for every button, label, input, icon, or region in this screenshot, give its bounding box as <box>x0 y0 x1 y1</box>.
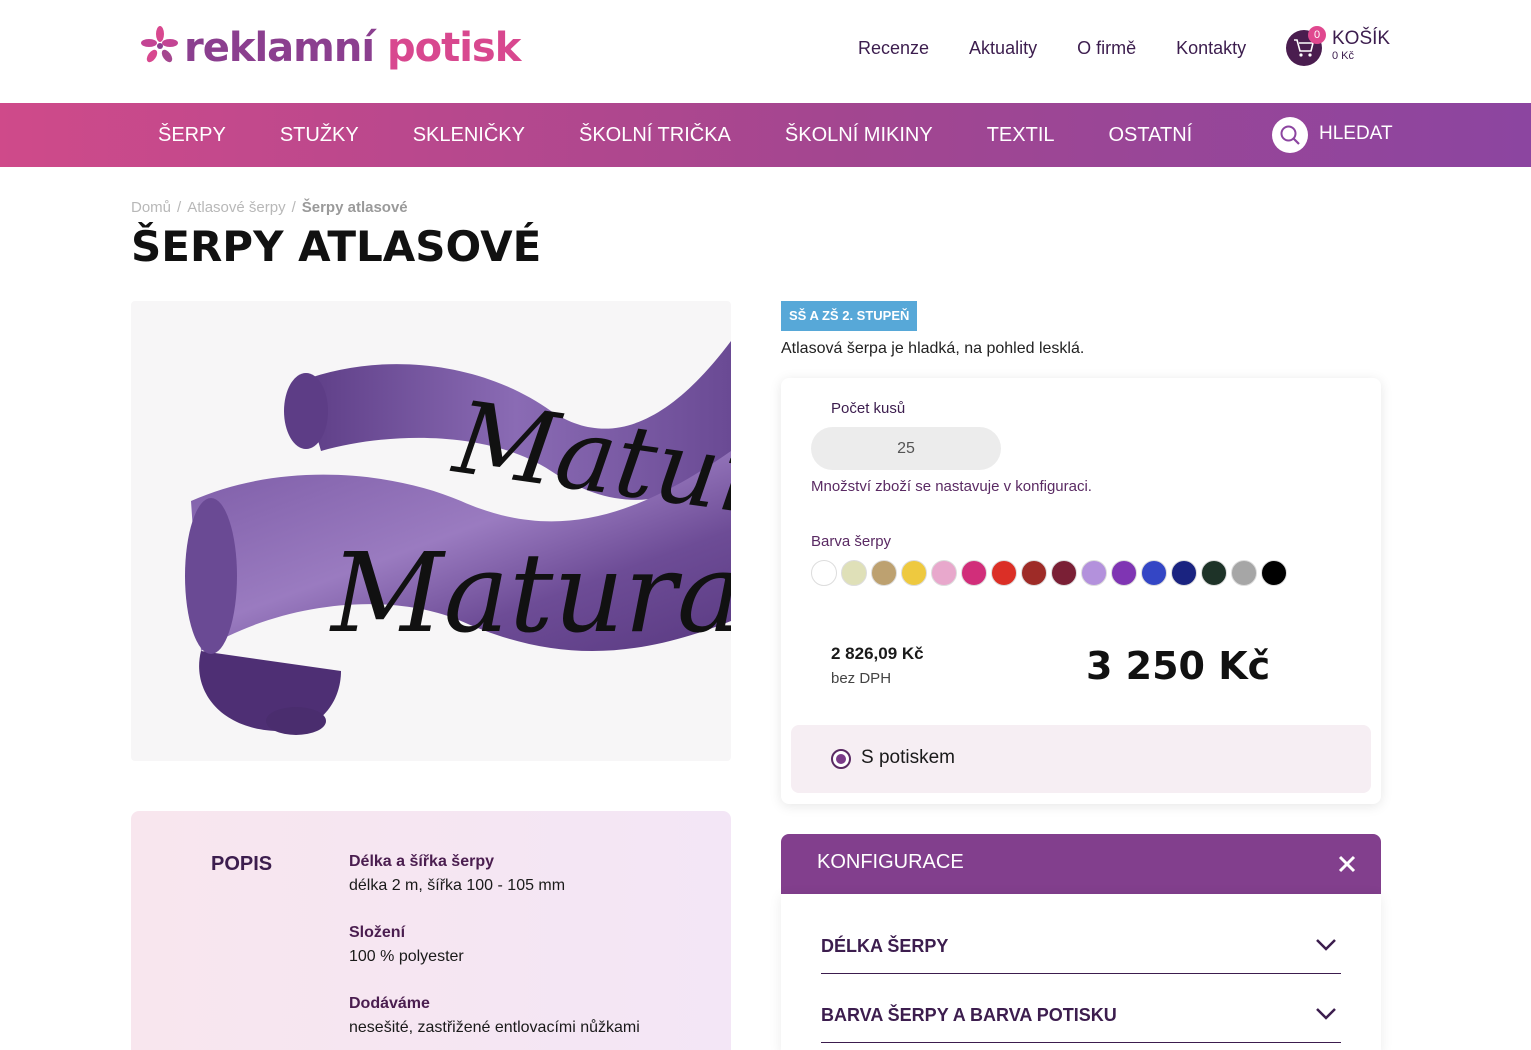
chevron-down-icon <box>1316 939 1336 951</box>
quantity-input[interactable] <box>811 427 1001 470</box>
color-swatch[interactable] <box>901 560 927 586</box>
chevron-down-icon <box>1316 1008 1336 1020</box>
breadcrumb-category[interactable]: Atlasové šerpy <box>187 199 285 216</box>
spec-item: Dodáváme nesešité, zastřižené entlovacím… <box>349 995 640 1037</box>
price-gross: 3 250 Kč <box>1086 644 1271 688</box>
sash-illustration: Matura Matura <box>185 341 731 735</box>
color-swatch[interactable] <box>1201 560 1227 586</box>
color-swatch[interactable] <box>841 560 867 586</box>
topnav-o-firme[interactable]: O firmě <box>1077 36 1136 60</box>
flower-logo-icon <box>141 26 178 63</box>
color-swatch[interactable] <box>1261 560 1287 586</box>
accordion-barva-serpy[interactable]: BARVA ŠERPY A BARVA POTISKU <box>821 991 1341 1043</box>
accordion-label: DÉLKA ŠERPY <box>821 936 949 956</box>
product-config-card: Počet kusů Množství zboží se nastavuje v… <box>781 378 1381 804</box>
print-option-radio[interactable] <box>831 749 851 769</box>
site-header: reklamní potisk Recenze Aktuality O firm… <box>0 0 1531 103</box>
breadcrumb: Domů / Atlasové šerpy / Šerpy atlasové <box>131 199 408 216</box>
configuration-body: DÉLKA ŠERPY BARVA ŠERPY A BARVA POTISKU <box>781 894 1381 1050</box>
color-swatch[interactable] <box>1231 560 1257 586</box>
mainnav-skolni-mikiny[interactable]: ŠKOLNÍ MIKINY <box>785 122 933 148</box>
breadcrumb-home[interactable]: Domů <box>131 199 171 216</box>
spec-key: Složení <box>349 924 406 941</box>
color-swatch[interactable] <box>1141 560 1167 586</box>
mainnav-textil[interactable]: TEXTIL <box>987 122 1055 148</box>
cart-sum: 0 Kč <box>1332 50 1355 62</box>
mainnav-ostatni[interactable]: OSTATNÍ <box>1109 122 1193 148</box>
spec-item: Složení 100 % polyester <box>349 924 464 966</box>
price-net-label: bez DPH <box>831 670 892 687</box>
configuration-title: KONFIGURACE <box>817 851 964 873</box>
print-option-label: S potiskem <box>861 747 955 768</box>
brand-part1: reklamní <box>184 25 375 71</box>
topnav-recenze[interactable]: Recenze <box>858 36 929 60</box>
page-title: ŠERPY ATLASOVÉ <box>131 222 542 271</box>
sash-print-text: Matura <box>329 529 731 657</box>
cart-button[interactable]: 0 KOŠÍK 0 Kč <box>1286 26 1390 70</box>
accordion-delka-serpy[interactable]: DÉLKA ŠERPY <box>821 922 1341 974</box>
logo[interactable]: reklamní potisk <box>140 22 521 74</box>
accordion-label: BARVA ŠERPY A BARVA POTISKU <box>821 1005 1117 1025</box>
mainnav-sklenicky[interactable]: SKLENIČKY <box>413 122 525 148</box>
color-swatch[interactable] <box>1021 560 1047 586</box>
color-swatch[interactable] <box>931 560 957 586</box>
spec-value: nesešité, zastřižené entlovacími nůžkami <box>349 1019 640 1036</box>
color-swatch[interactable] <box>811 560 837 586</box>
mainnav-serpy[interactable]: ŠERPY <box>158 122 226 148</box>
main-nav: ŠERPY STUŽKY SKLENIČKY ŠKOLNÍ TRIČKA ŠKO… <box>0 103 1531 167</box>
color-swatch[interactable] <box>1081 560 1107 586</box>
search-icon <box>1280 125 1300 145</box>
quantity-label: Počet kusů <box>831 400 906 417</box>
product-image[interactable]: Matura Matura <box>131 301 731 761</box>
description-panel: POPIS Délka a šířka šerpy délka 2 m, šíř… <box>131 811 731 1050</box>
color-label: Barva šerpy <box>811 533 892 550</box>
search-button[interactable]: HLEDAT <box>1272 117 1393 153</box>
mainnav-stuzky[interactable]: STUŽKY <box>280 122 359 148</box>
spec-key: Délka a šířka šerpy <box>349 853 494 870</box>
category-tag: SŠ A ZŠ 2. STUPEŇ <box>781 301 918 331</box>
product-description: Atlasová šerpa je hladká, na pohled lesk… <box>781 340 1085 357</box>
topnav-aktuality[interactable]: Aktuality <box>969 36 1037 60</box>
color-swatch[interactable] <box>1111 560 1137 586</box>
topnav-kontakty[interactable]: Kontakty <box>1176 36 1246 60</box>
price-net: 2 826,09 Kč <box>831 644 924 663</box>
color-swatch[interactable] <box>871 560 897 586</box>
configuration-header[interactable]: KONFIGURACE <box>781 834 1381 894</box>
color-swatch[interactable] <box>961 560 987 586</box>
cart-count-badge: 0 <box>1308 26 1326 44</box>
quantity-note: Množství zboží se nastavuje v konfigurac… <box>811 478 1092 495</box>
top-nav: Recenze Aktuality O firmě Kontakty <box>858 36 1286 60</box>
search-label: HLEDAT <box>1319 123 1393 144</box>
color-swatches <box>811 560 1291 586</box>
breadcrumb-current: Šerpy atlasové <box>301 199 408 216</box>
color-swatch[interactable] <box>1051 560 1077 586</box>
print-option[interactable]: S potiskem <box>791 725 1371 793</box>
color-swatch[interactable] <box>991 560 1017 586</box>
color-swatch[interactable] <box>1171 560 1197 586</box>
spec-key: Dodáváme <box>349 995 430 1012</box>
spec-value: 100 % polyester <box>349 948 464 965</box>
cart-label: KOŠÍK <box>1332 28 1391 49</box>
spec-item: Délka a šířka šerpy délka 2 m, šířka 100… <box>349 853 565 895</box>
description-heading: POPIS <box>211 853 273 875</box>
mainnav-skolni-tricka[interactable]: ŠKOLNÍ TRIČKA <box>579 122 731 148</box>
spec-value: délka 2 m, šířka 100 - 105 mm <box>349 877 566 894</box>
brand-part2: potisk <box>386 25 521 71</box>
close-icon[interactable] <box>1335 852 1359 876</box>
